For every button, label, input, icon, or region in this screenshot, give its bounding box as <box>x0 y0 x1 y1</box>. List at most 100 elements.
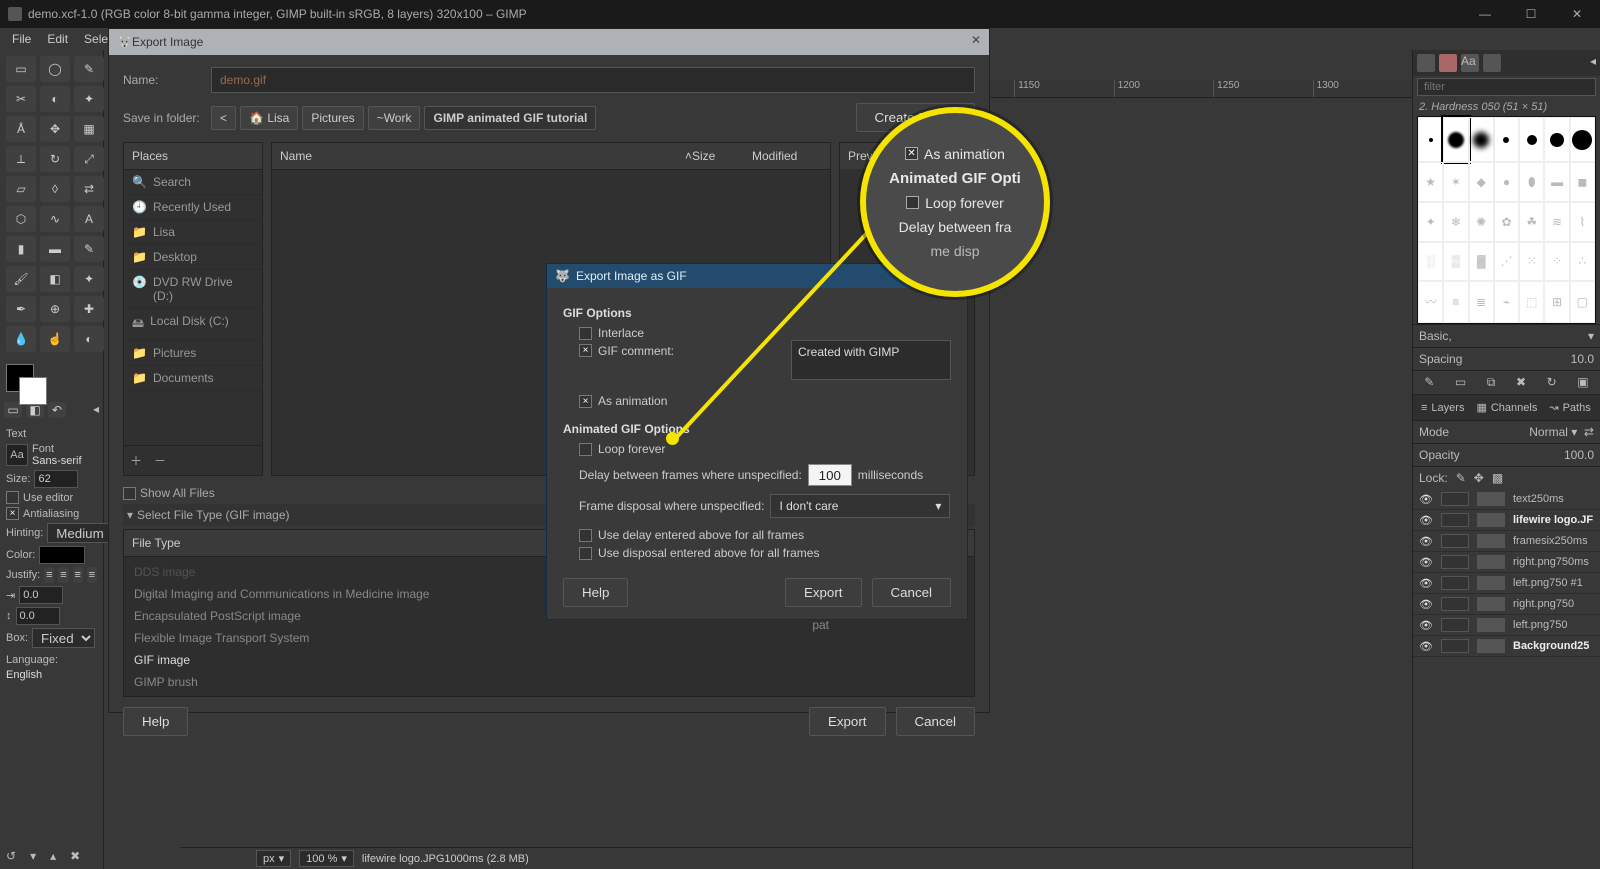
export-button[interactable]: Export <box>809 707 886 736</box>
justify-left-icon[interactable]: ≡ <box>44 567 54 583</box>
loop-forever-checkbox[interactable] <box>579 443 592 456</box>
language-value[interactable]: English <box>6 669 42 681</box>
tool-cage[interactable]: ⬡ <box>6 206 36 232</box>
gif-export-button[interactable]: Export <box>785 578 862 607</box>
col-modified[interactable]: Modified <box>752 149 822 163</box>
crumb[interactable]: Pictures <box>302 106 363 130</box>
places-desktop[interactable]: 📁Desktop <box>124 245 262 270</box>
size-input[interactable] <box>34 470 78 488</box>
use-delay-checkbox[interactable] <box>579 529 592 542</box>
tool-dodge[interactable]: ◐ <box>74 326 104 352</box>
spacing-value[interactable]: 10.0 <box>1571 352 1594 366</box>
use-editor-checkbox[interactable] <box>6 491 19 504</box>
tool-gradient[interactable]: ▬ <box>40 236 70 262</box>
refresh-brush-icon[interactable]: ↻ <box>1547 375 1557 390</box>
layer-name[interactable]: framesix250ms <box>1513 535 1588 547</box>
places-local-disk[interactable]: 🖴Local Disk (C:) <box>124 309 262 341</box>
tool-move[interactable]: ✥ <box>40 116 70 142</box>
brush-filter-input[interactable] <box>1417 78 1596 96</box>
tool-align[interactable]: ▦ <box>74 116 104 142</box>
tool-perspective[interactable]: ◊ <box>40 176 70 202</box>
places-dvd[interactable]: 💿DVD RW Drive (D:) <box>124 270 262 309</box>
layer-row[interactable]: 👁 right.png750ms <box>1413 552 1600 573</box>
gif-comment-input[interactable]: Created with GIMP <box>791 340 951 380</box>
fonts-tab-icon[interactable]: Aa <box>1461 54 1479 72</box>
tool-measure[interactable]: Å <box>6 116 36 142</box>
units-select[interactable]: px ▾ <box>256 850 291 867</box>
antialias-checkbox[interactable]: × <box>6 507 19 520</box>
crumb-back[interactable]: < <box>211 106 236 130</box>
tool-warp[interactable]: ∿ <box>40 206 70 232</box>
layer-row[interactable]: 👁 Background25 <box>1413 636 1600 657</box>
visibility-icon[interactable]: 👁 <box>1419 577 1433 590</box>
menu-file[interactable]: File <box>4 30 39 48</box>
tool-rotate[interactable]: ↻ <box>40 146 70 172</box>
gif-comment-checkbox[interactable]: × <box>579 344 592 357</box>
visibility-icon[interactable]: 👁 <box>1419 556 1433 569</box>
sort-indicator-icon[interactable]: ˄ <box>664 149 692 163</box>
paths-tab[interactable]: ↝ Paths <box>1545 399 1594 416</box>
places-search[interactable]: 🔍Search <box>124 170 262 195</box>
mode-select[interactable]: Normal <box>1529 425 1568 439</box>
tool-smudge[interactable]: ☝ <box>40 326 70 352</box>
disposal-select[interactable]: I don't care▾ <box>770 494 950 518</box>
visibility-icon[interactable]: 👁 <box>1419 640 1433 653</box>
layer-name[interactable]: right.png750ms <box>1513 556 1589 568</box>
tool-airbrush[interactable]: ✦ <box>74 266 104 292</box>
layer-name[interactable]: Background25 <box>1513 640 1589 652</box>
layer-row[interactable]: 👁right.png750 <box>1413 594 1600 615</box>
show-all-checkbox[interactable] <box>123 487 136 500</box>
layer-name[interactable]: left.png750 <box>1513 619 1567 631</box>
tool-fuzzy-select[interactable]: ✦ <box>74 86 104 112</box>
places-pictures[interactable]: 📁Pictures <box>124 341 262 366</box>
crumb[interactable]: 🏠 Lisa <box>240 106 298 130</box>
color-swatch[interactable] <box>39 546 85 564</box>
tool-blur[interactable]: 💧 <box>6 326 36 352</box>
history-tab-icon[interactable] <box>1483 54 1501 72</box>
layer-name[interactable]: left.png750 #1 <box>1513 577 1583 589</box>
tool-text[interactable]: A <box>74 206 104 232</box>
line-spacing-input[interactable] <box>16 607 60 625</box>
name-input[interactable]: demo.gif <box>211 67 975 93</box>
justify-center-icon[interactable]: ≡ <box>58 567 68 583</box>
tool-rect-select[interactable]: ▭ <box>6 56 36 82</box>
zoom-select[interactable]: 100 % ▾ <box>299 850 354 867</box>
layer-name[interactable]: right.png750 <box>1513 598 1574 610</box>
visibility-icon[interactable]: 👁 <box>1419 514 1433 527</box>
filetype-item[interactable]: GIMP brush <box>124 671 974 693</box>
new-brush-icon[interactable]: ▭ <box>1455 375 1466 390</box>
box-select[interactable]: Fixed <box>32 628 95 648</box>
tool-scale[interactable]: ⤢ <box>74 146 104 172</box>
save-preset-icon[interactable]: ▾ <box>30 849 36 863</box>
lock-alpha-icon[interactable]: ▩ <box>1492 471 1503 485</box>
tool-bucket[interactable]: ▮ <box>6 236 36 262</box>
col-size[interactable]: Size <box>692 149 752 163</box>
channels-tab[interactable]: ▦ Channels <box>1472 399 1541 416</box>
remove-bookmark-button[interactable]: － <box>154 452 166 469</box>
dock-menu-icon[interactable]: ◂ <box>93 402 99 418</box>
gif-help-button[interactable]: Help <box>563 578 628 607</box>
visibility-icon[interactable]: 👁 <box>1419 619 1433 632</box>
filetype-item[interactable]: GIMP brush (animated) <box>124 693 974 697</box>
col-name[interactable]: Name <box>280 149 664 163</box>
tool-clone[interactable]: ⊕ <box>40 296 70 322</box>
font-value[interactable]: Sans-serif <box>32 455 82 467</box>
tool-ellipse-select[interactable]: ◯ <box>40 56 70 82</box>
indent-input[interactable] <box>19 586 63 604</box>
maximize-button[interactable]: ☐ <box>1508 0 1554 28</box>
tool-eraser[interactable]: ◧ <box>40 266 70 292</box>
export-close-button[interactable]: ✕ <box>971 33 981 47</box>
font-preview-icon[interactable]: Aa <box>6 444 28 466</box>
select-filetype-label[interactable]: Select File Type (GIF image) <box>137 508 290 522</box>
chevron-down-icon[interactable]: ▾ <box>1588 329 1594 343</box>
delay-input[interactable] <box>808 464 852 486</box>
visibility-icon[interactable]: 👁 <box>1419 535 1433 548</box>
tool-free-select[interactable]: ✎ <box>74 56 104 82</box>
tool-foreground-select[interactable]: ◐ <box>40 86 70 112</box>
tool-shear[interactable]: ▱ <box>6 176 36 202</box>
layer-name[interactable]: lifewire logo.JF <box>1513 514 1593 526</box>
lock-position-icon[interactable]: ✥ <box>1474 471 1484 485</box>
places-documents[interactable]: 📁Documents <box>124 366 262 391</box>
layer-row[interactable]: 👁 lifewire logo.JF <box>1413 510 1600 531</box>
tool-paintbrush[interactable]: 🖌 <box>6 266 36 292</box>
